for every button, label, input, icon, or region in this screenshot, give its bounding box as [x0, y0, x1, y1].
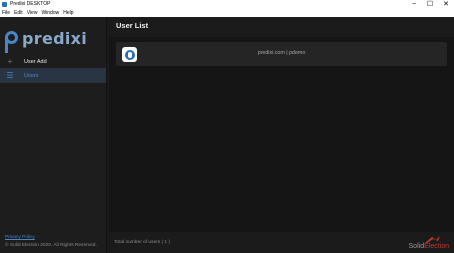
title-bar: Predixi DESKTOP − ☐ ✕: [0, 0, 454, 9]
user-count: Total number of users ( 1 ): [114, 240, 170, 245]
maximize-button[interactable]: ☐: [422, 0, 438, 9]
privacy-policy-link[interactable]: Privacy Policy: [5, 235, 35, 240]
logo-text: predixi: [22, 29, 88, 48]
menu-window[interactable]: Window: [39, 9, 61, 17]
main-content: User List predixi.com | pdemo Total numb…: [107, 17, 454, 253]
menu-view[interactable]: View: [25, 9, 40, 17]
user-label: predixi.com | pdemo: [257, 50, 306, 56]
predixi-logo-icon: [4, 29, 20, 53]
user-list-panel: predixi.com | pdemo: [109, 37, 454, 232]
brand-name-part1: Solid: [408, 243, 425, 250]
brand-name-part2: Election: [424, 243, 449, 250]
menu-help[interactable]: Help: [61, 9, 75, 17]
sidebar-item-user-add[interactable]: + User Add: [0, 54, 106, 69]
sidebar-item-label: Users: [24, 72, 39, 79]
page-title: User List: [116, 21, 149, 30]
sidebar-item-users[interactable]: ☰ Users: [0, 68, 106, 83]
list-icon: ☰: [6, 71, 14, 80]
solid-election-logo: SolidElection: [407, 235, 451, 253]
list-item[interactable]: predixi.com | pdemo: [116, 42, 447, 66]
window-controls: − ☐ ✕: [406, 0, 454, 9]
sidebar: predixi + User Add ☰ Users Privacy Polic…: [0, 17, 107, 253]
copyright-text: © Solid Election 2020. All Rights Reserv…: [5, 243, 97, 248]
window-title: Predixi DESKTOP: [10, 1, 51, 7]
menu-file[interactable]: File: [0, 9, 12, 17]
sidebar-item-label: User Add: [24, 58, 47, 65]
close-button[interactable]: ✕: [438, 0, 454, 9]
minimize-button[interactable]: −: [406, 0, 422, 9]
menu-edit[interactable]: Edit: [12, 9, 25, 17]
plus-icon: +: [7, 57, 13, 66]
app-icon: [2, 2, 7, 7]
